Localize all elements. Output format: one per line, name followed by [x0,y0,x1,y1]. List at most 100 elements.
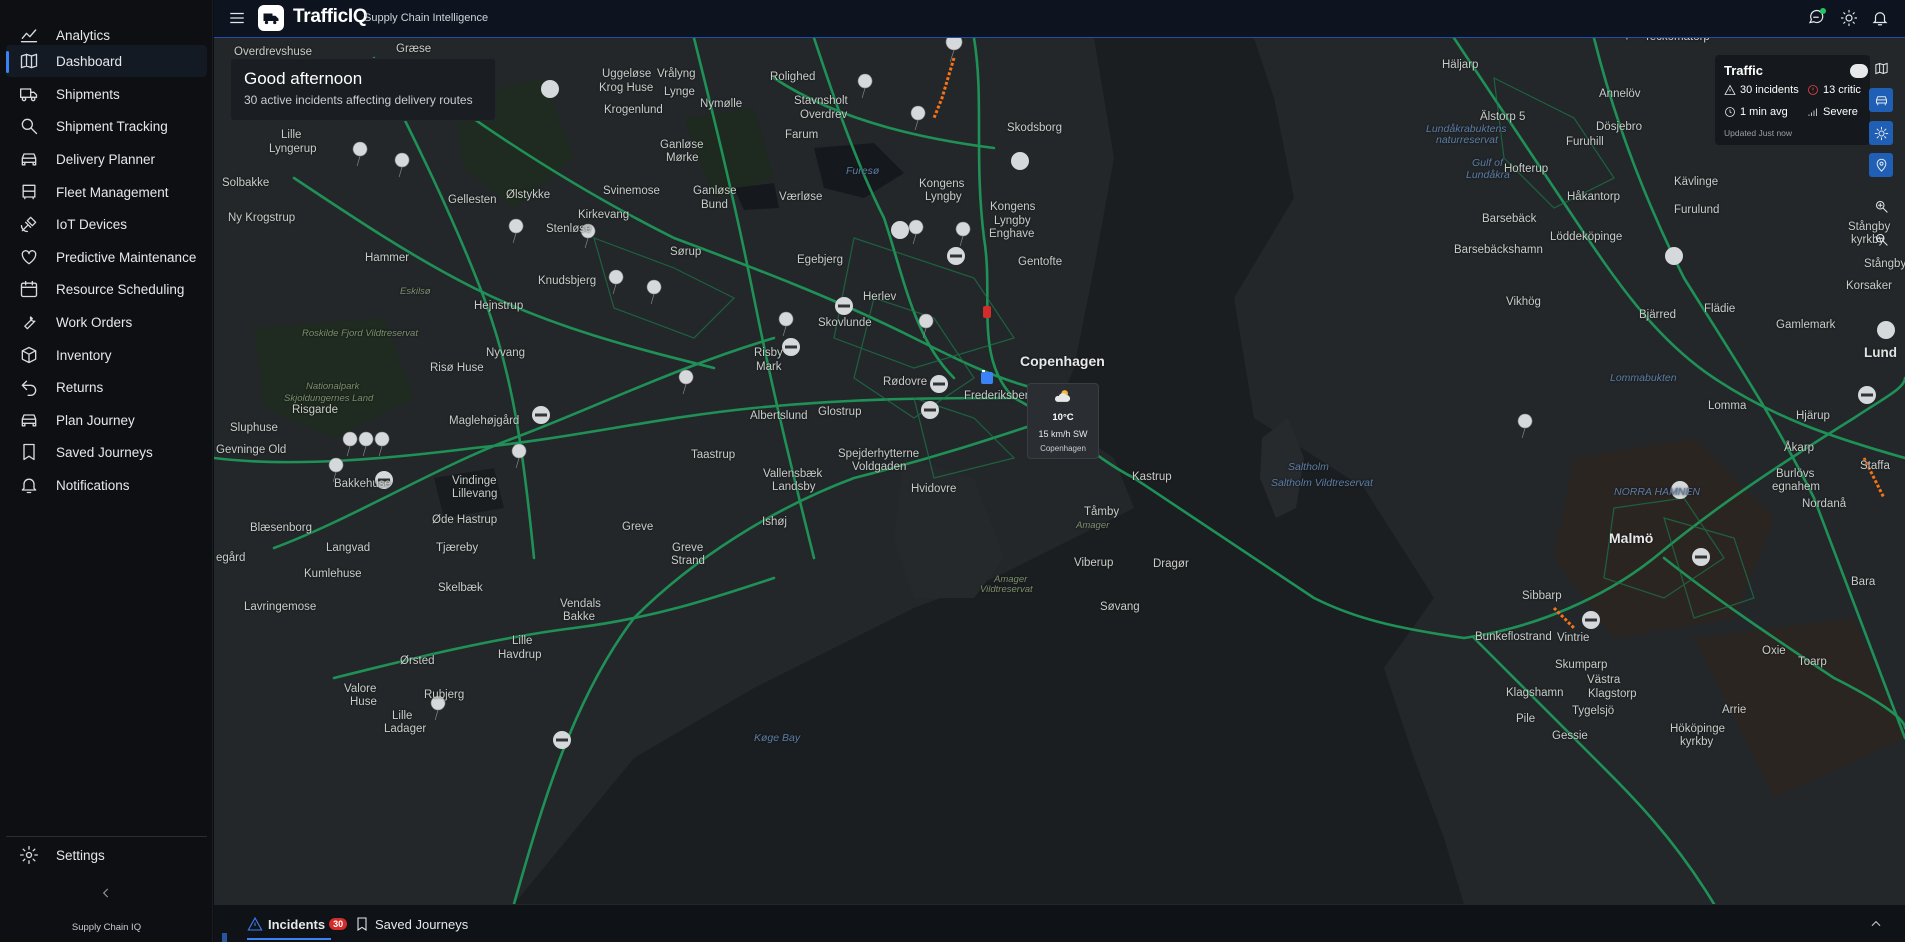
satellite-icon [18,213,40,235]
map-place-label: Häljarp [1442,59,1479,71]
map-place-label: Pile [1516,713,1536,725]
sidebar-item-notifications[interactable]: Notifications [6,469,207,501]
map-place-label: Solbakke [222,177,270,189]
map-place-label: Bara [1851,576,1876,588]
sidebar-item-shipment-tracking[interactable]: Shipment Tracking [6,110,207,142]
map-place-label: Vildtreservat [980,584,1033,595]
sidebar-item-label: Shipments [56,86,120,102]
calendar-icon [18,278,40,300]
map-place-label: Blæsenborg [250,522,313,534]
collapse-sidebar-button[interactable] [94,882,118,904]
map-place-label: Hvidovre [911,483,957,495]
map-place-label: Roskilde Fjord Vildtreservat [302,328,418,339]
sidebar-item-label: Work Orders [56,314,133,330]
notifications-button[interactable] [1869,7,1891,29]
panel-resize-handle[interactable] [222,933,227,942]
map-style-button[interactable] [1869,56,1893,80]
map-place-label: Vallensbæk [763,468,823,480]
sidebar-item-delivery-planner[interactable]: Delivery Planner [6,143,207,175]
map-place-label: Tjæreby [436,542,479,554]
theme-toggle-button[interactable] [1838,7,1860,29]
map-place-label: Viberup [1074,557,1114,569]
chat-status-dot [1820,8,1826,14]
tab-saved-journeys[interactable]: Saved Journeys [354,905,468,942]
map-place-label: Arrie [1722,704,1747,716]
warning-icon [247,916,263,931]
locations-layer-button[interactable] [1869,153,1893,177]
map-place-label: Søvang [1100,601,1140,613]
traffic-layer-button[interactable] [1869,88,1893,112]
bell-icon [18,474,40,496]
map-place-label: Køge Bay [754,732,801,744]
weather-layer-button[interactable] [1869,121,1893,145]
map-place-label: Bunkeflostrand [1475,631,1552,643]
avg-delay-stat: 1 min avg [1724,106,1788,118]
bookmark-icon [357,917,367,931]
map-place-label: Skodsborg [1007,122,1062,134]
map-place-label: Ishøj [762,516,787,528]
map-icon [18,50,40,72]
chat-button[interactable] [1805,7,1827,29]
map-place-label: Bakkehuse [334,478,391,490]
map-place-label: Sluphuse [230,422,278,434]
gear-icon [18,844,40,866]
map-place-label: Hammer [365,252,410,264]
map-place-label: Flädie [1704,303,1736,315]
map-place-label: Herlev [863,291,897,303]
sidebar-item-fleet-management[interactable]: Fleet Management [6,176,207,208]
map-place-label: Risø Huse [430,362,484,374]
map-place-label: Landskrona [1434,38,1494,40]
map-place-label: Søruр [670,246,702,258]
app-root: Analytics Dashboard Shipments Shipment T… [0,0,1905,942]
map-place-label: Landsby [772,481,816,493]
map-place-label: Lynge [664,86,695,98]
map-place-label: Svinemose [603,185,660,197]
weather-popup[interactable]: 10°C 15 km/h SW Copenhagen [1027,383,1099,459]
map-place-label: Barsebäckshamn [1454,244,1543,256]
sun-icon [1874,126,1888,140]
sidebar-item-plan-journey[interactable]: Plan Journey [6,404,207,436]
zoom-out-icon [1875,233,1888,246]
map-place-label: Lund [1864,345,1897,360]
map-canvas[interactable]: Overdrevshuse Græse Uggeløse Krog Huse Vråly… [214,38,1905,904]
tab-incidents[interactable]: Incidents 30 [247,905,348,942]
zoom-in-button[interactable] [1869,194,1893,218]
map-place-label: egnahem [1772,481,1820,493]
map-place-label: Hejnstrup [474,300,524,312]
sidebar-item-saved-journeys[interactable]: Saved Journeys [6,436,207,468]
map-place-label: Ganløse [693,185,737,197]
map-place-label: Vrålyng [657,68,696,80]
expand-panel-button[interactable] [1869,917,1885,933]
traffic-layer-toggle[interactable] [1850,64,1868,78]
severity-text: Severe [1823,106,1858,118]
sidebar-item-settings[interactable]: Settings [6,839,207,871]
sidebar-item-returns[interactable]: Returns [6,371,207,403]
greeting-subtitle: 30 active incidents affecting delivery r… [244,93,473,107]
partly-cloudy-icon [1054,390,1071,402]
sidebar: Analytics Dashboard Shipments Shipment T… [0,0,213,942]
sidebar-item-predictive-maintenance[interactable]: Predictive Maintenance [6,241,207,273]
map-place-label: Risgarde [292,404,339,416]
map-place-label: Græse [396,43,432,55]
sidebar-item-label: Settings [56,847,105,863]
sidebar-item-iot-devices[interactable]: IoT Devices [6,208,207,240]
sidebar-item-shipments[interactable]: Shipments [6,78,207,110]
sidebar-item-work-orders[interactable]: Work Orders [6,306,207,338]
sidebar-item-label: Shipment Tracking [56,118,168,134]
zoom-out-button[interactable] [1869,227,1893,251]
map-place-label: Bakke [563,611,595,623]
sidebar-item-label: Plan Journey [56,412,135,428]
sidebar-item-resource-scheduling[interactable]: Resource Scheduling [6,273,207,305]
menu-button[interactable] [228,9,248,29]
wrench-icon [18,311,40,333]
map-place-label: Kongens [919,178,965,190]
map-place-label: Vindinge [452,475,497,487]
map-place-label: Lommabukten [1610,372,1677,384]
truck-icon [18,83,40,105]
incidents-stat-text: 30 incidents [1740,84,1799,96]
signal-bars-icon [1808,108,1817,116]
greeting-card: Good afternoon 30 active incidents affec… [230,58,496,121]
sidebar-item-inventory[interactable]: Inventory [6,339,207,371]
map-place-label: Maglehøjgård [449,415,520,427]
sidebar-item-dashboard[interactable]: Dashboard [6,45,207,77]
